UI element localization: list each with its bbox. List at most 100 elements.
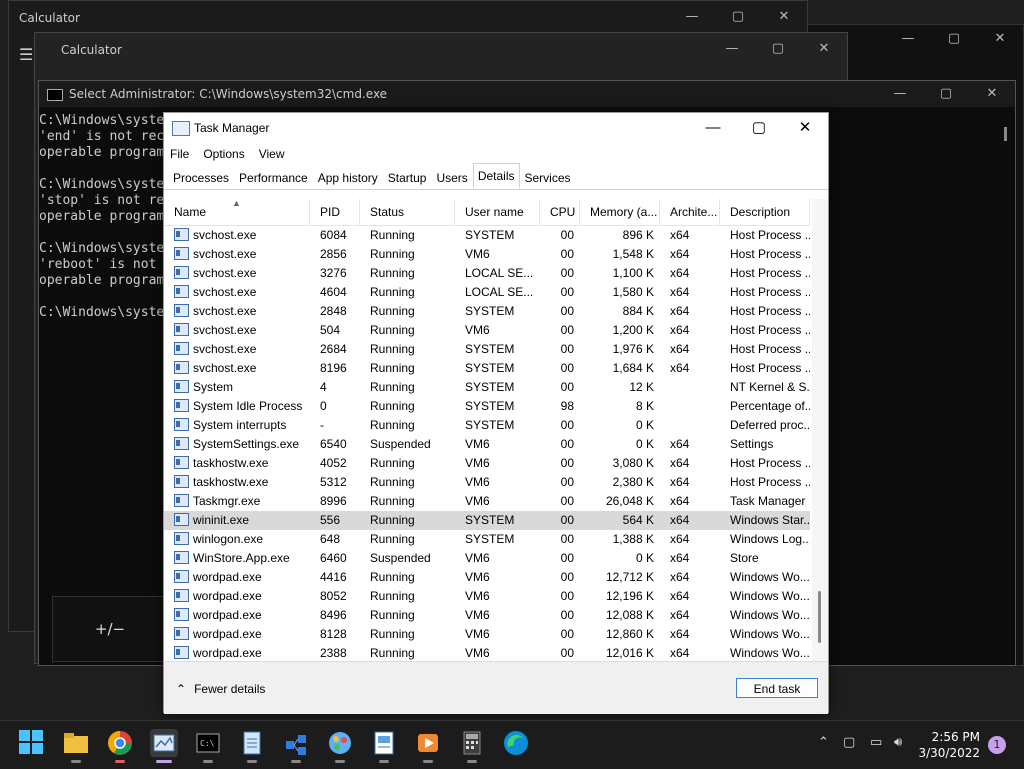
- calculator-taskbar-icon[interactable]: [458, 729, 486, 763]
- wordpad-icon[interactable]: [370, 729, 398, 763]
- start-button[interactable]: [18, 729, 46, 757]
- table-row[interactable]: Taskmgr.exe 8996 Running VM6 00 26,048 K x64 Ta…: [164, 492, 810, 511]
- maximize-icon[interactable]: ▢: [931, 31, 977, 46]
- table-row[interactable]: wordpad.exe 2388 Running VM6 00 12,016 K x64 Wi…: [164, 644, 810, 661]
- cell-architecture: [660, 397, 720, 416]
- cell-name: svchost.exe: [164, 245, 310, 264]
- column-header-status[interactable]: Status: [360, 199, 455, 225]
- task-manager-taskbar-icon[interactable]: [150, 729, 178, 763]
- cell-memory: 884 K: [622, 304, 654, 318]
- cell-memory: 8 K: [635, 399, 654, 413]
- fewer-details-link[interactable]: ⌃ Fewer details: [176, 682, 265, 696]
- column-header-memory[interactable]: Memory (a...: [580, 199, 660, 225]
- process-icon: [174, 513, 189, 526]
- table-row[interactable]: taskhostw.exe 5312 Running VM6 00 2,380 K x64 H…: [164, 473, 810, 492]
- cell-name: taskhostw.exe: [164, 473, 310, 492]
- hamburger-menu-icon[interactable]: ☰: [19, 45, 33, 64]
- column-header-cpu[interactable]: CPU: [540, 199, 580, 225]
- tab-startup[interactable]: Startup: [383, 165, 432, 189]
- table-row[interactable]: taskhostw.exe 4052 Running VM6 00 3,080 K x64 H…: [164, 454, 810, 473]
- tab-app-history[interactable]: App history: [313, 165, 383, 189]
- table-row[interactable]: svchost.exe 4604 Running LOCAL SE... 00 1,580…: [164, 283, 810, 302]
- minimize-icon[interactable]: —: [709, 41, 755, 56]
- close-icon[interactable]: ✕: [801, 41, 847, 56]
- taskbar: C:\ ⌃ ▢ ▭ 🔊︎ 2:56 PM 3/30/2022 1: [0, 720, 1024, 769]
- column-header-user[interactable]: User name: [455, 199, 540, 225]
- tab-details[interactable]: Details: [472, 163, 520, 189]
- table-row[interactable]: svchost.exe 6084 Running SYSTEM 00 896 K x64 Ho…: [164, 226, 810, 245]
- maximize-icon[interactable]: ▢: [736, 113, 782, 143]
- table-row[interactable]: svchost.exe 2856 Running VM6 00 1,548 K x64 Hos…: [164, 245, 810, 264]
- table-row[interactable]: wordpad.exe 4416 Running VM6 00 12,712 K x64 Wi…: [164, 568, 810, 587]
- close-icon[interactable]: ✕: [969, 81, 1015, 107]
- column-header-name[interactable]: ▲ Name: [164, 199, 310, 225]
- clock[interactable]: 2:56 PM 3/30/2022: [918, 729, 980, 761]
- table-row[interactable]: wordpad.exe 8496 Running VM6 00 12,088 K x64 Wi…: [164, 606, 810, 625]
- window-title: Calculator: [19, 11, 80, 25]
- tab-performance[interactable]: Performance: [234, 165, 313, 189]
- close-icon[interactable]: ✕: [761, 9, 807, 24]
- close-icon[interactable]: ✕: [977, 31, 1023, 46]
- minimize-icon[interactable]: —: [669, 9, 715, 24]
- menu-view[interactable]: View: [259, 143, 285, 165]
- network-icon[interactable]: ▭: [870, 735, 882, 750]
- table-row[interactable]: System Idle Process 0 Running SYSTEM 98 8 K Pe…: [164, 397, 810, 416]
- tab-users[interactable]: Users: [431, 165, 472, 189]
- column-header-description[interactable]: Description: [720, 199, 810, 225]
- column-header-pid[interactable]: PID: [310, 199, 360, 225]
- cell-memory: 3,080 K: [612, 456, 654, 470]
- task-manager-window[interactable]: Task Manager — ▢ ✕ File Options View Pro…: [163, 112, 829, 714]
- cell-cpu: 00: [560, 646, 574, 660]
- cell-name: taskhostw.exe: [164, 454, 310, 473]
- end-task-button[interactable]: End task: [736, 678, 818, 698]
- cmd-scrollbar[interactable]: [1004, 127, 1007, 141]
- table-row[interactable]: wordpad.exe 8128 Running VM6 00 12,860 K x64 Wi…: [164, 625, 810, 644]
- menu-options[interactable]: Options: [203, 143, 244, 165]
- table-row[interactable]: winlogon.exe 648 Running SYSTEM 00 1,388 K x64…: [164, 530, 810, 549]
- volume-icon[interactable]: 🔊︎: [894, 735, 902, 750]
- cell-pid: 4: [320, 380, 327, 394]
- cell-status: Running: [370, 342, 415, 356]
- tab-processes[interactable]: Processes: [168, 165, 234, 189]
- table-row[interactable]: WinStore.App.exe 6460 Suspended VM6 00 0 K x64…: [164, 549, 810, 568]
- table-row[interactable]: System interrupts - Running SYSTEM 00 0 K Defe…: [164, 416, 810, 435]
- minimize-icon[interactable]: —: [690, 113, 736, 143]
- cmd-taskbar-icon[interactable]: C:\: [194, 729, 222, 763]
- maximize-icon[interactable]: ▢: [715, 9, 761, 24]
- table-row[interactable]: svchost.exe 504 Running VM6 00 1,200 K x64 Host…: [164, 321, 810, 340]
- media-player-icon[interactable]: [414, 729, 442, 763]
- notepad-icon[interactable]: [238, 729, 266, 763]
- cell-pid: 8052: [320, 589, 347, 603]
- network-app-icon[interactable]: [282, 729, 310, 763]
- table-row[interactable]: svchost.exe 2684 Running SYSTEM 00 1,976 K x64…: [164, 340, 810, 359]
- chevron-up-tray-icon[interactable]: ⌃: [818, 735, 829, 750]
- menu-file[interactable]: File: [170, 143, 189, 165]
- table-row[interactable]: SystemSettings.exe 6540 Suspended VM6 00 0 K x…: [164, 435, 810, 454]
- table-row[interactable]: wordpad.exe 8052 Running VM6 00 12,196 K x64 Wi…: [164, 587, 810, 606]
- table-row[interactable]: svchost.exe 8196 Running SYSTEM 00 1,684 K x64…: [164, 359, 810, 378]
- column-header-architecture[interactable]: Archite...: [660, 199, 720, 225]
- tab-services[interactable]: Services: [520, 165, 576, 189]
- cell-description: Host Process ...: [730, 228, 810, 242]
- close-icon[interactable]: ✕: [782, 113, 828, 143]
- cell-pid: 504: [320, 323, 341, 337]
- cell-description: Windows Wo...: [730, 646, 810, 660]
- maximize-icon[interactable]: ▢: [923, 81, 969, 107]
- chrome-icon[interactable]: [106, 729, 134, 763]
- table-row[interactable]: svchost.exe 2848 Running SYSTEM 00 884 K x64 Ho…: [164, 302, 810, 321]
- minimize-icon[interactable]: —: [885, 31, 931, 46]
- table-row[interactable]: svchost.exe 3276 Running LOCAL SE... 00 1,100…: [164, 264, 810, 283]
- notification-badge[interactable]: 1: [988, 736, 1006, 754]
- table-row[interactable]: wininit.exe 556 Running SYSTEM 00 564 K x64 Win…: [164, 511, 810, 530]
- paint-icon[interactable]: [326, 729, 354, 763]
- maximize-icon[interactable]: ▢: [755, 41, 801, 56]
- minimize-icon[interactable]: —: [877, 81, 923, 107]
- tray-app-icon[interactable]: ▢: [843, 735, 855, 750]
- scrollbar-thumb[interactable]: [818, 591, 821, 643]
- calculator-plus-minus-button[interactable]: +/−: [52, 596, 168, 662]
- file-explorer-icon[interactable]: [62, 729, 90, 763]
- vertical-scrollbar[interactable]: [812, 199, 828, 661]
- edge-icon[interactable]: [502, 729, 530, 757]
- cell-name: winlogon.exe: [164, 530, 310, 549]
- table-row[interactable]: System 4 Running SYSTEM 00 12 K NT Kernel & S.…: [164, 378, 810, 397]
